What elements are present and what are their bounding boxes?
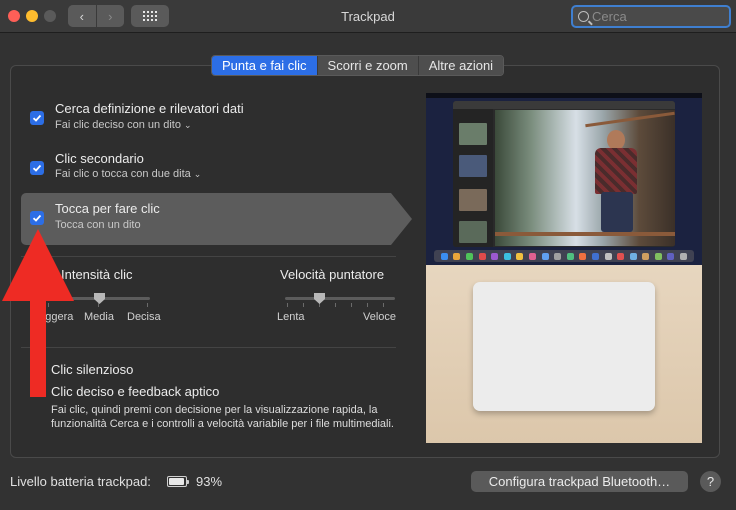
- slider-tick: [303, 303, 304, 307]
- speed-slow-label: Lenta: [277, 311, 305, 323]
- search-icon: [578, 11, 589, 22]
- preview-desk: [426, 265, 702, 443]
- battery-percent: 93%: [196, 474, 223, 489]
- slider-tick: [147, 303, 148, 307]
- tab-point-and-click[interactable]: Punta e fai clic: [212, 56, 317, 75]
- battery-icon: [167, 476, 189, 487]
- tap-to-click-checkbox[interactable]: [30, 211, 44, 225]
- battery-level-label: Livello batteria trackpad:: [10, 474, 151, 489]
- divider: [21, 256, 396, 257]
- configure-bluetooth-trackpad-button[interactable]: Configura trackpad Bluetooth…: [471, 471, 688, 492]
- tap-to-click-title: Tocca per fare clic: [55, 201, 160, 216]
- divider: [21, 347, 396, 348]
- slider-tick: [287, 303, 288, 307]
- selected-option-pointer: [391, 193, 412, 245]
- gesture-preview-video: [426, 93, 702, 443]
- search-input[interactable]: [592, 9, 722, 24]
- help-button[interactable]: ?: [700, 471, 721, 492]
- secondary-click-subtitle: Fai clic o tocca con due dita: [55, 168, 191, 180]
- checkmark-icon: [32, 114, 42, 122]
- secondary-click-gesture-menu[interactable]: Fai clic o tocca con due dita ⌄: [55, 168, 201, 180]
- preview-screen: [426, 93, 702, 265]
- speed-fast-label: Veloce: [363, 311, 397, 323]
- slider-tick: [383, 303, 384, 307]
- tab-scroll-and-zoom[interactable]: Scorri e zoom: [316, 56, 418, 75]
- slider-tick: [335, 303, 336, 307]
- secondary-click-checkbox[interactable]: [30, 161, 44, 175]
- chevron-down-icon: ⌄: [193, 169, 202, 179]
- intensity-medium-label: Media: [84, 311, 114, 323]
- force-click-description: Fai clic, quindi premi con decisione per…: [51, 404, 394, 430]
- search-field[interactable]: [571, 5, 731, 28]
- force-click-label[interactable]: Clic deciso e feedback aptico: [51, 384, 219, 399]
- lookup-subtitle: Fai clic deciso con un dito: [55, 119, 181, 131]
- preview-photo: [495, 110, 675, 246]
- lookup-title: Cerca definizione e rilevatori dati: [55, 101, 244, 116]
- lookup-checkbox[interactable]: [30, 111, 44, 125]
- secondary-click-title: Clic secondario: [55, 151, 144, 166]
- checkmark-icon: [32, 164, 42, 172]
- intensity-firm-label: Decisa: [127, 311, 161, 323]
- slider-tick: [367, 303, 368, 307]
- lookup-gesture-menu[interactable]: Fai clic deciso con un dito ⌄: [55, 119, 192, 131]
- pointer-speed-label: Velocità puntatore: [280, 267, 385, 282]
- slider-tick: [351, 303, 352, 307]
- slider-tick: [98, 303, 99, 307]
- chevron-down-icon: ⌄: [183, 120, 192, 130]
- trackpad-illustration: [473, 282, 655, 411]
- checkmark-icon: [32, 214, 42, 222]
- title-bar: ‹ › Trackpad: [0, 0, 736, 33]
- tab-bar: Punta e fai clic Scorri e zoom Altre azi…: [211, 55, 505, 76]
- tab-more-gestures[interactable]: Altre azioni: [417, 56, 504, 75]
- red-arrow-annotation: [2, 229, 74, 397]
- pointer-speed-track[interactable]: [285, 297, 395, 300]
- preview-dock: [434, 250, 694, 262]
